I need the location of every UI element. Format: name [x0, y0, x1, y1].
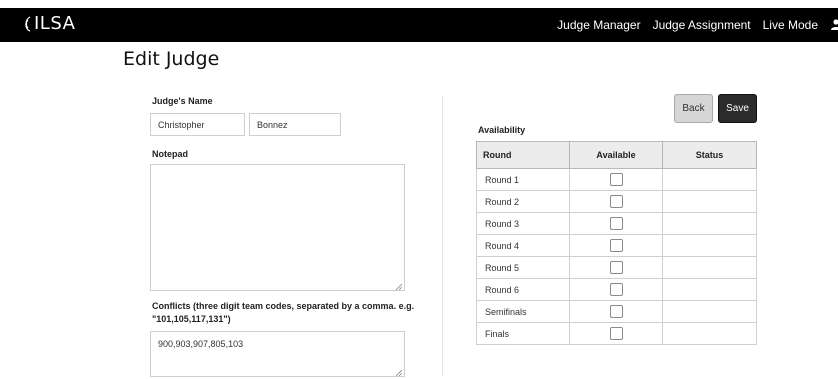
available-checkbox[interactable]: [609, 305, 623, 318]
round-name: Finals: [476, 322, 570, 345]
table-row: Round 1: [476, 168, 757, 191]
nav-judge-manager[interactable]: Judge Manager: [557, 18, 640, 32]
conflicts-label: Conflicts (three digit team codes, separ…: [152, 301, 415, 311]
conflicts-textarea[interactable]: 900,903,907,805,103: [150, 331, 405, 377]
first-name-input[interactable]: Christopher: [150, 113, 245, 136]
table-row: Semifinals: [476, 300, 757, 323]
table-row: Finals: [476, 322, 757, 345]
column-header-status: Status: [662, 141, 757, 169]
round-name: Round 3: [476, 212, 570, 235]
table-row: Round 3: [476, 212, 757, 235]
table-row: Round 4: [476, 234, 757, 257]
round-name: Semifinals: [476, 300, 570, 323]
logo-mark-icon: [22, 15, 32, 33]
available-cell: [569, 212, 663, 235]
round-name: Round 2: [476, 190, 570, 213]
status-cell: [662, 322, 757, 345]
nav-judge-assignment[interactable]: Judge Assignment: [653, 18, 751, 32]
back-button[interactable]: Back: [674, 94, 713, 123]
column-header-round: Round: [476, 141, 570, 169]
available-checkbox[interactable]: [609, 195, 623, 208]
available-checkbox[interactable]: [609, 239, 623, 252]
resize-handle-icon[interactable]: [395, 368, 403, 377]
save-button[interactable]: Save: [718, 94, 757, 123]
conflicts-example-label: "101,105,117,131"): [152, 314, 231, 324]
conflicts-text: 900,903,907,805,103: [158, 339, 244, 349]
judge-name-label: Judge's Name: [152, 96, 213, 106]
notepad-label: Notepad: [152, 149, 188, 159]
status-cell: [662, 278, 757, 301]
status-cell: [662, 190, 757, 213]
status-cell: [662, 212, 757, 235]
status-cell: [662, 256, 757, 279]
resize-handle-icon[interactable]: [395, 282, 403, 291]
top-navbar: ILSA Judge Manager Judge Assignment Live…: [0, 8, 838, 42]
table-header-row: Round Available Status: [476, 141, 757, 169]
round-name: Round 4: [476, 234, 570, 257]
available-cell: [569, 300, 663, 323]
table-row: Round 2: [476, 190, 757, 213]
available-checkbox[interactable]: [609, 327, 623, 340]
round-name: Round 5: [476, 256, 570, 279]
available-cell: [569, 278, 663, 301]
status-cell: [662, 234, 757, 257]
available-checkbox[interactable]: [609, 173, 623, 186]
available-cell: [569, 190, 663, 213]
main-nav: Judge Manager Judge Assignment Live Mode: [545, 8, 838, 42]
brand-logo[interactable]: ILSA: [22, 13, 75, 34]
brand-name: ILSA: [34, 13, 76, 34]
available-checkbox[interactable]: [609, 261, 623, 274]
table-row: Round 5: [476, 256, 757, 279]
round-name: Round 1: [476, 168, 570, 191]
available-checkbox[interactable]: [609, 217, 623, 230]
availability-table: Round Available Status Round 1 Round 2 R…: [476, 141, 757, 345]
table-row: Round 6: [476, 278, 757, 301]
round-name: Round 6: [476, 278, 570, 301]
page-title: Edit Judge: [123, 48, 220, 70]
notepad-textarea[interactable]: [150, 164, 405, 291]
column-divider: [442, 95, 443, 375]
availability-label: Availability: [478, 125, 526, 135]
status-cell: [662, 300, 757, 323]
available-checkbox[interactable]: [609, 283, 623, 296]
last-name-input[interactable]: Bonnez: [249, 113, 341, 136]
user-icon[interactable]: [830, 18, 838, 32]
column-header-available: Available: [569, 141, 663, 169]
available-cell: [569, 168, 663, 191]
available-cell: [569, 234, 663, 257]
available-cell: [569, 256, 663, 279]
available-cell: [569, 322, 663, 345]
nav-live-mode[interactable]: Live Mode: [763, 18, 818, 32]
status-cell: [662, 168, 757, 191]
